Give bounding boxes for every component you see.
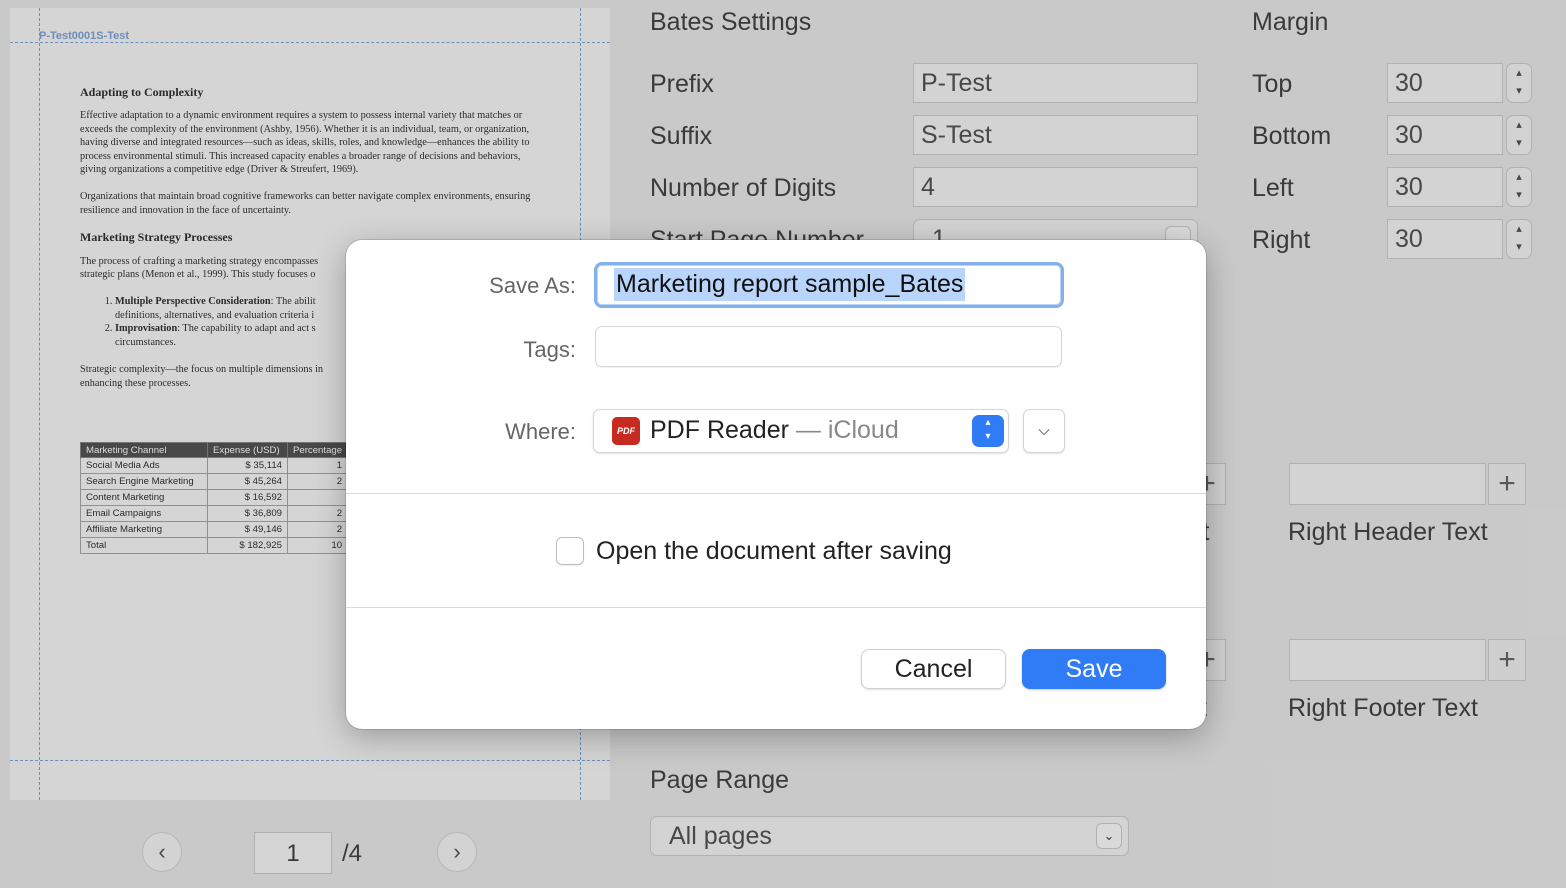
save-dialog: Save As: Marketing report sample_Bates T… [346, 240, 1206, 729]
save-as-value: Marketing report sample_Bates [614, 268, 966, 301]
where-label: Where: [505, 419, 576, 444]
cancel-button[interactable]: Cancel [861, 649, 1006, 689]
where-location-text: PDF Reader — iCloud [650, 416, 899, 444]
divider [346, 607, 1206, 608]
tags-input[interactable] [595, 326, 1062, 367]
save-button[interactable]: Save [1022, 649, 1166, 689]
open-after-saving-label: Open the document after saving [596, 537, 952, 565]
chevron-down-icon: ⌵ [1038, 422, 1050, 439]
up-down-chevron-icon: ▴ ▾ [972, 415, 1004, 447]
tags-label: Tags: [523, 337, 576, 362]
pdf-reader-app-icon: PDF [612, 417, 640, 445]
expand-dialog-button[interactable]: ⌵ [1023, 409, 1065, 453]
save-as-label: Save As: [489, 273, 576, 298]
where-location-select[interactable]: PDF PDF Reader — iCloud ▴ ▾ [593, 409, 1009, 453]
open-after-saving-checkbox[interactable] [556, 537, 584, 565]
divider [346, 493, 1206, 494]
